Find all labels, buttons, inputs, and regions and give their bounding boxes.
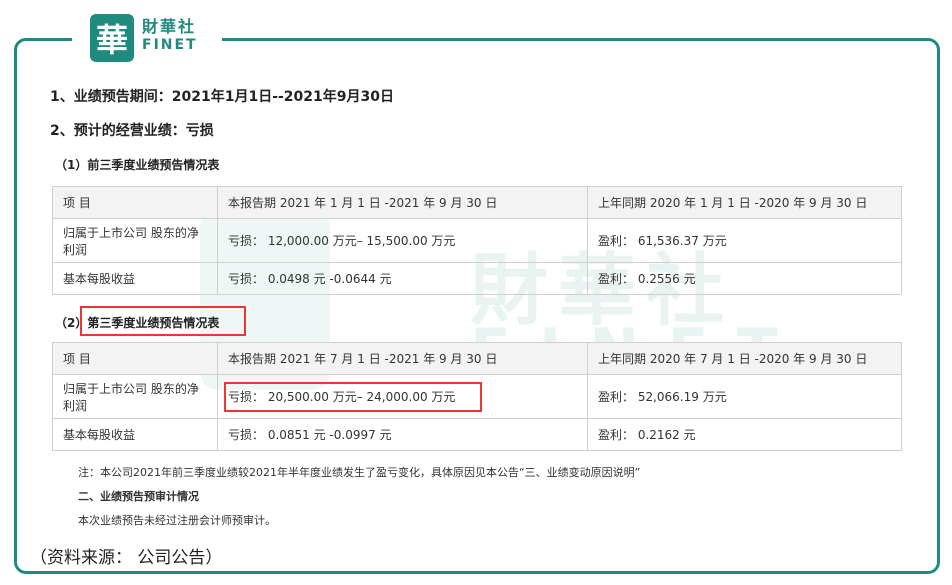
table-row: 项 目 本报告期 2021 年 7 月 1 日 -2021 年 9 月 30 日… — [52, 342, 902, 375]
audit-text: 本次业绩预告未经过注册会计师预审计。 — [78, 514, 276, 527]
table-row: 项 目 本报告期 2021 年 1 月 1 日 -2021 年 9 月 30 日… — [52, 186, 902, 219]
source-caption: （资料来源： 公司公告） — [30, 548, 223, 568]
table-row: 归属于上市公司 股东的净利润 亏损： 12,000.00 万元– 15,500.… — [52, 218, 902, 263]
audit-title: 二、业绩预告预审计情况 — [78, 490, 199, 503]
section1-table: 项 目 本报告期 2021 年 1 月 1 日 -2021 年 9 月 30 日… — [52, 186, 902, 295]
table-row: 基本每股收益 亏损： 0.0498 元 -0.0644 元 盈利： 0.2556… — [52, 262, 902, 295]
net-profit-highlight — [224, 382, 482, 412]
table-row: 基本每股收益 亏损： 0.0851 元 -0.0997 元 盈利： 0.2162… — [52, 418, 902, 451]
finet-logo-icon: 華 — [90, 14, 134, 62]
section1-title: （1）前三季度业绩预告情况表 — [55, 158, 220, 172]
forecast-period-heading: 1、业绩预告期间：2021年1月1日--2021年9月30日 — [50, 89, 394, 105]
change-note: 注：本公司2021年前三季度业绩较2021年半年度业绩发生了盈亏变化，具体原因见… — [78, 466, 641, 479]
forecast-result-heading: 2、预计的经营业绩：亏损 — [50, 123, 214, 139]
section2-title-highlight — [80, 306, 246, 336]
finet-logo: 財華社 FINET — [142, 17, 198, 54]
